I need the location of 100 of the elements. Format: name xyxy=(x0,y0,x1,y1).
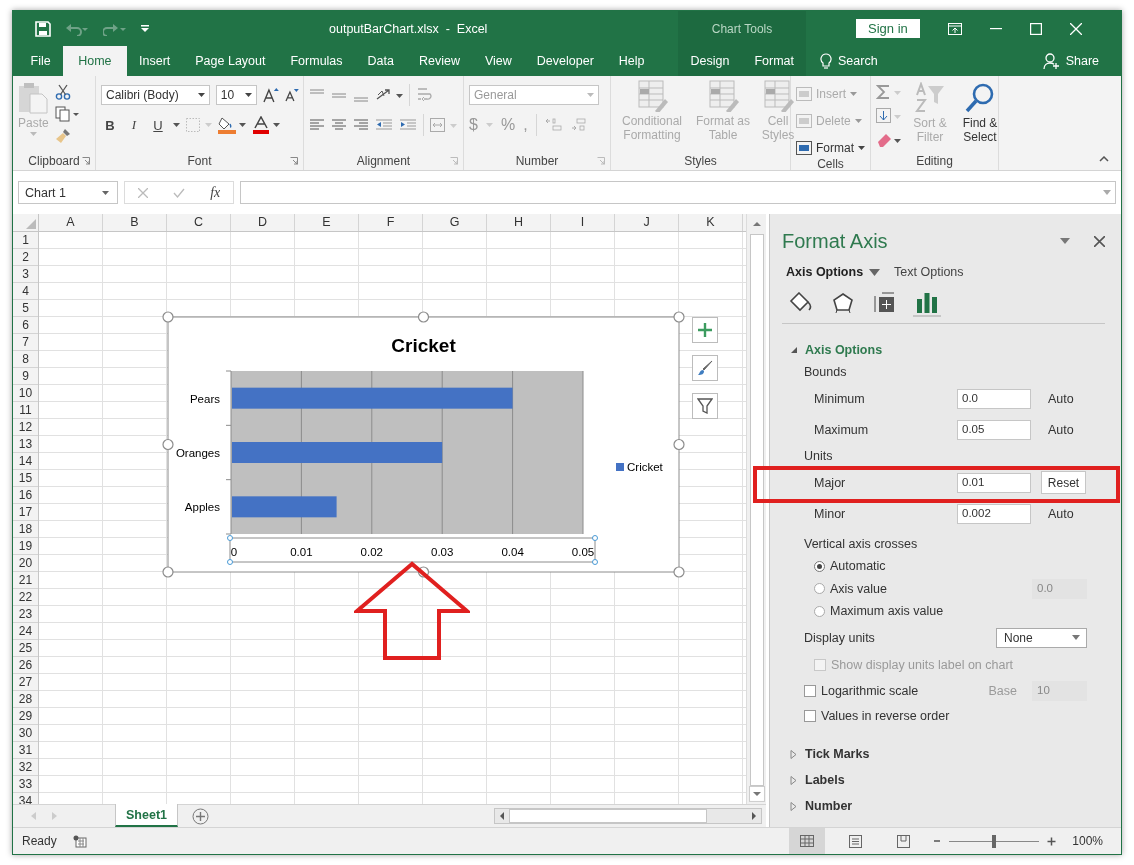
row-header[interactable]: 10 xyxy=(13,385,38,402)
row-header[interactable]: 6 xyxy=(13,317,38,334)
name-box[interactable]: Chart 1 xyxy=(18,181,118,204)
bold-button[interactable]: B xyxy=(101,117,119,133)
caret-icon[interactable] xyxy=(173,123,180,127)
ribbon-tab[interactable]: Design xyxy=(678,46,742,76)
decrease-indent-icon[interactable] xyxy=(375,118,393,132)
row-header[interactable]: 23 xyxy=(13,606,38,623)
cancel-icon[interactable] xyxy=(137,187,148,198)
ribbon-tab[interactable]: Data xyxy=(355,46,407,76)
ribbon-tab[interactable]: View xyxy=(472,46,525,76)
underline-button[interactable]: U xyxy=(149,117,167,133)
column-header[interactable]: J xyxy=(615,214,679,231)
row-header[interactable]: 33 xyxy=(13,776,38,793)
row-header[interactable]: 30 xyxy=(13,725,38,742)
resize-handle[interactable] xyxy=(417,311,430,323)
row-header[interactable]: 26 xyxy=(13,657,38,674)
row-header[interactable]: 16 xyxy=(13,487,38,504)
ribbon-tab[interactable]: Formulas xyxy=(277,46,356,76)
align-left-icon[interactable] xyxy=(309,118,325,132)
display-units-dropdown[interactable]: None xyxy=(996,627,1087,648)
formula-input[interactable] xyxy=(240,181,1116,204)
row-header[interactable]: 27 xyxy=(13,674,38,691)
row-header[interactable]: 13 xyxy=(13,436,38,453)
row-header[interactable]: 20 xyxy=(13,555,38,572)
ribbon-display-icon[interactable] xyxy=(947,22,962,35)
checkbox[interactable] xyxy=(804,684,816,697)
copy-icon[interactable] xyxy=(54,106,79,122)
insert-function-button[interactable]: fx xyxy=(210,184,221,201)
row-header[interactable]: 15 xyxy=(13,470,38,487)
pane-options-caret-icon[interactable] xyxy=(1060,238,1070,244)
increase-indent-icon[interactable] xyxy=(399,118,417,132)
maximize-icon[interactable] xyxy=(1029,22,1042,35)
row-header[interactable]: 11 xyxy=(13,402,38,419)
zoom-slider-thumb[interactable] xyxy=(992,834,997,848)
close-icon[interactable] xyxy=(1094,235,1105,247)
font-size-dropdown[interactable]: 10 xyxy=(215,85,258,105)
chart-styles-button[interactable] xyxy=(692,355,718,381)
row-header[interactable]: 31 xyxy=(13,742,38,759)
sign-in-button[interactable]: Sign in xyxy=(856,19,920,38)
ribbon-tab[interactable]: Format xyxy=(741,46,807,76)
column-header[interactable]: B xyxy=(103,214,167,231)
row-header[interactable]: 21 xyxy=(13,572,38,589)
row-header[interactable]: 22 xyxy=(13,589,38,606)
expand-caret-icon[interactable] xyxy=(1103,190,1111,195)
row-header[interactable]: 14 xyxy=(13,453,38,470)
column-header[interactable]: F xyxy=(359,214,423,231)
sheet-tab[interactable]: Sheet1 xyxy=(115,804,178,827)
search-button[interactable]: Search xyxy=(820,46,878,76)
row-header[interactable]: 24 xyxy=(13,623,38,640)
chart-filters-button[interactable] xyxy=(692,393,718,419)
axis-selection-frame[interactable] xyxy=(227,535,598,565)
row-header[interactable]: 9 xyxy=(13,368,38,385)
row-header[interactable]: 18 xyxy=(13,521,38,538)
column-header[interactable]: G xyxy=(423,214,487,231)
legend-entry[interactable]: Cricket xyxy=(616,461,663,473)
resize-handle[interactable] xyxy=(417,566,430,578)
value-field[interactable]: 0.002 xyxy=(957,503,1031,524)
column-header[interactable]: K xyxy=(679,214,743,231)
dialog-launcher-icon[interactable] xyxy=(82,157,90,165)
undo-icon[interactable] xyxy=(65,21,89,36)
resize-handle[interactable] xyxy=(673,566,685,578)
cells-button[interactable]: Format xyxy=(796,138,866,157)
row-header[interactable]: 3 xyxy=(13,266,38,283)
column-header[interactable]: I xyxy=(551,214,615,231)
macro-record-icon[interactable] xyxy=(72,834,87,848)
ribbon-tab[interactable]: Home xyxy=(63,46,127,76)
ribbon-tab[interactable]: File xyxy=(18,46,64,76)
column-header[interactable]: E xyxy=(295,214,359,231)
horizontal-scrollbar[interactable] xyxy=(494,808,762,824)
enter-icon[interactable] xyxy=(172,187,185,198)
resize-handle[interactable] xyxy=(673,438,685,451)
row-header[interactable]: 32 xyxy=(13,759,38,776)
fill-down-icon[interactable] xyxy=(876,108,902,124)
radio-button[interactable] xyxy=(814,605,825,617)
radio-button[interactable] xyxy=(814,560,825,572)
pane-tab[interactable]: Axis Options xyxy=(786,265,881,279)
row-header[interactable]: 1 xyxy=(13,232,38,249)
eraser-icon[interactable] xyxy=(876,132,902,148)
value-field[interactable]: 0.01 xyxy=(957,472,1031,493)
chart-elements-button[interactable] xyxy=(692,317,718,343)
row-header[interactable]: 5 xyxy=(13,300,38,317)
section-header[interactable]: Axis Options xyxy=(782,339,883,361)
row-header[interactable]: 17 xyxy=(13,504,38,521)
row-header[interactable]: 12 xyxy=(13,419,38,436)
add-sheet-icon[interactable] xyxy=(192,807,209,825)
pane-tab[interactable]: Text Options xyxy=(894,265,964,279)
italic-button[interactable]: I xyxy=(125,117,143,133)
radio-label[interactable]: Maximum axis value xyxy=(830,604,944,619)
column-header[interactable]: H xyxy=(487,214,551,231)
zoom-in-icon[interactable] xyxy=(1047,836,1057,846)
scroll-down-icon[interactable] xyxy=(748,786,765,802)
row-header[interactable]: 8 xyxy=(13,351,38,368)
section-header[interactable]: Number xyxy=(782,795,853,817)
align-center-icon[interactable] xyxy=(331,118,347,132)
ribbon-tab[interactable]: Insert xyxy=(126,46,183,76)
radio-button[interactable] xyxy=(814,583,825,595)
ribbon-tab[interactable]: Developer xyxy=(524,46,607,76)
row-header[interactable]: 28 xyxy=(13,691,38,708)
row-header[interactable]: 7 xyxy=(13,334,38,351)
